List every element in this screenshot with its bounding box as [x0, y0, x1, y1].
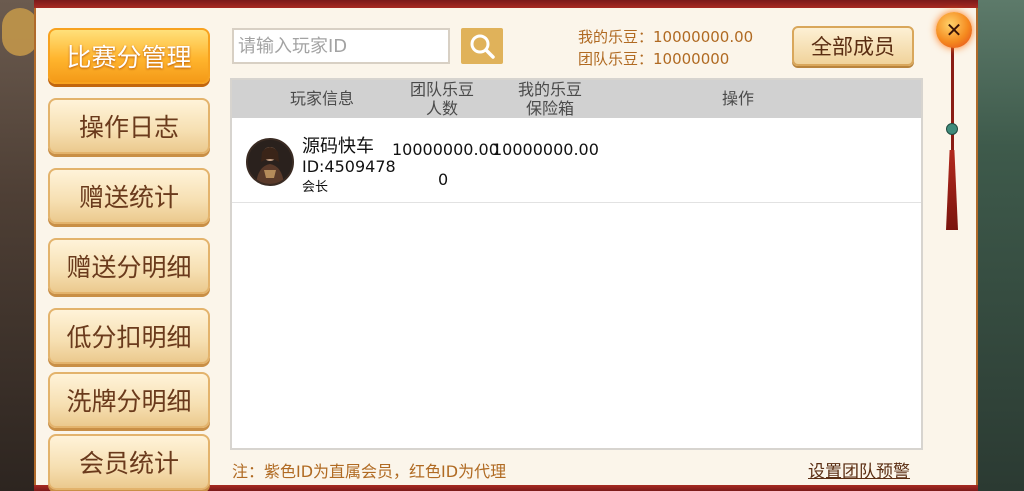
panel-top-border — [34, 0, 978, 8]
sidebar-item-low-score-deduct[interactable]: 低分扣明细 — [48, 308, 210, 364]
header-team-count: 人数 — [425, 99, 458, 118]
avatar — [246, 138, 294, 186]
search-icon — [470, 34, 495, 59]
safe-box-value: 10000000.00 — [492, 140, 599, 159]
sidebar-item-member-stats[interactable]: 会员统计 — [48, 434, 210, 490]
player-role: 会长 — [302, 180, 329, 195]
back-button-background — [2, 8, 38, 56]
rope-bead — [946, 123, 958, 135]
player-name: 源码快车 — [302, 136, 374, 157]
close-button[interactable]: ✕ — [936, 12, 972, 48]
sidebar-item-match-score[interactable]: 比赛分管理 — [48, 28, 210, 84]
all-members-button[interactable]: 全部成员 — [792, 26, 914, 66]
team-beans-stat: 团队乐豆：10000000 — [578, 50, 730, 68]
team-beans-value: 10000000.00 — [392, 140, 499, 159]
member-table: 玩家信息 团队乐豆 人数 我的乐豆 保险箱 操作 源码快车 ID:4509478… — [230, 78, 923, 450]
sidebar-item-gift-stats[interactable]: 赠送统计 — [48, 168, 210, 224]
header-team-beans: 团队乐豆 — [409, 80, 474, 99]
player-id-search-input[interactable] — [232, 28, 450, 64]
set-team-alert-link[interactable]: 设置团队预警 — [808, 457, 910, 482]
background-right — [974, 0, 1024, 491]
table-header: 玩家信息 团队乐豆 人数 我的乐豆 保险箱 操作 — [232, 80, 921, 118]
member-color-note: 注：紫色ID为直属会员，红色ID为代理 — [232, 462, 507, 481]
header-player-info: 玩家信息 — [289, 89, 354, 108]
sidebar-item-gift-detail[interactable]: 赠送分明细 — [48, 238, 210, 294]
team-count-value: 0 — [438, 170, 449, 189]
close-icon: ✕ — [945, 18, 963, 42]
header-my-beans: 我的乐豆 — [517, 80, 582, 99]
search-button[interactable] — [461, 28, 503, 64]
header-safe-box: 保险箱 — [525, 99, 574, 118]
sidebar-item-operation-log[interactable]: 操作日志 — [48, 98, 210, 154]
player-id: ID:4509478 — [302, 157, 396, 176]
header-action: 操作 — [721, 89, 754, 108]
table-row[interactable]: 源码快车 ID:4509478 会长 10000000.00 0 1000000… — [232, 118, 921, 203]
sidebar-item-shuffle-detail[interactable]: 洗牌分明细 — [48, 372, 210, 428]
my-beans-stat: 我的乐豆：10000000.00 — [578, 28, 754, 46]
avatar-portrait-icon — [248, 140, 292, 184]
